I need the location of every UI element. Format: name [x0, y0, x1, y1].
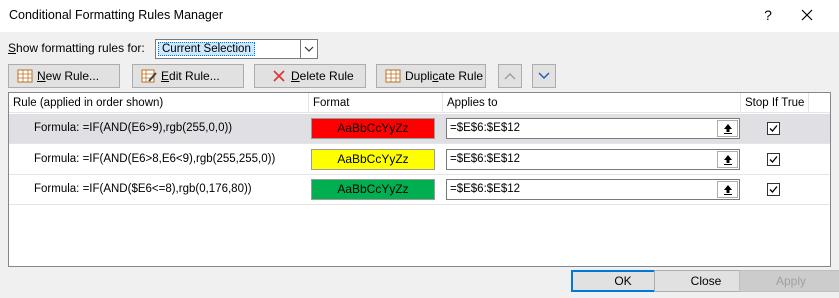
collapse-dialog-icon — [723, 185, 732, 195]
format-preview: AaBbCcYyZz — [311, 118, 435, 139]
grid-header: Rule (applied in order shown) Format App… — [9, 93, 830, 113]
close-window-button[interactable] — [794, 2, 820, 28]
move-up-button[interactable] — [498, 64, 522, 88]
rule-row-2[interactable]: Formula: =IF(AND(E6>8,E6<9),rgb(255,255,… — [9, 145, 830, 175]
edit-rule-icon — [141, 69, 157, 83]
format-preview: AaBbCcYyZz — [311, 179, 435, 200]
delete-x-icon — [271, 69, 287, 83]
format-preview: AaBbCcYyZz — [311, 149, 435, 170]
collapse-dialog-icon — [723, 155, 732, 165]
show-rules-selected-value: Current Selection — [158, 42, 255, 56]
applies-to-value: =$E$6:$E$12 — [450, 183, 521, 195]
header-rule: Rule (applied in order shown) — [9, 93, 309, 113]
applies-to-field[interactable]: =$E$6:$E$12 — [446, 118, 740, 139]
stop-if-true-checkbox[interactable] — [767, 153, 780, 166]
header-applies-to: Applies to — [443, 93, 741, 113]
close-icon — [801, 9, 813, 21]
applies-to-field[interactable]: =$E$6:$E$12 — [446, 179, 740, 200]
title-bar: Conditional Formatting Rules Manager ? — [0, 0, 839, 32]
rule-row-3[interactable]: Formula: =IF(AND($E6<=8),rgb(0,176,80)) … — [9, 175, 830, 205]
dropdown-arrow-icon[interactable] — [300, 40, 317, 58]
checkbox-check-icon — [769, 125, 778, 132]
checkbox-check-icon — [769, 186, 778, 193]
collapse-dialog-icon — [723, 124, 732, 134]
help-button[interactable]: ? — [757, 4, 779, 26]
move-down-icon — [538, 72, 550, 80]
move-down-button[interactable] — [532, 64, 556, 88]
rule-row-1[interactable]: Formula: =IF(AND(E6>9),rgb(255,0,0)) AaB… — [9, 114, 830, 144]
new-rule-button[interactable]: New Rule... — [8, 64, 120, 88]
duplicate-rule-button[interactable]: Duplicate Rule — [376, 64, 486, 88]
move-up-icon — [504, 72, 516, 80]
rule-formula: Formula: =IF(AND(E6>8,E6<9),rgb(255,255,… — [34, 153, 276, 165]
checkbox-check-icon — [769, 156, 778, 163]
show-rules-label: Show formatting rules for: — [8, 41, 145, 55]
collapse-dialog-button[interactable] — [717, 151, 738, 168]
applies-to-value: =$E$6:$E$12 — [450, 122, 521, 134]
collapse-dialog-button[interactable] — [717, 120, 738, 137]
header-stop-if-true: Stop If True — [741, 93, 809, 113]
stop-if-true-checkbox[interactable] — [767, 122, 780, 135]
show-rules-dropdown[interactable]: Current Selection — [155, 39, 318, 59]
edit-rule-button[interactable]: Edit Rule... — [132, 64, 244, 88]
rule-formula: Formula: =IF(AND($E6<=8),rgb(0,176,80)) — [34, 183, 252, 195]
applies-to-field[interactable]: =$E$6:$E$12 — [446, 149, 740, 170]
stop-if-true-checkbox[interactable] — [767, 183, 780, 196]
rules-toolbar: New Rule... Edit Rule... Delete Rule Dup… — [8, 62, 831, 90]
rule-formula: Formula: =IF(AND(E6>9),rgb(255,0,0)) — [34, 122, 233, 134]
header-format: Format — [309, 93, 443, 113]
delete-rule-button[interactable]: Delete Rule — [254, 64, 366, 88]
applies-to-value: =$E$6:$E$12 — [450, 153, 521, 165]
apply-button[interactable]: Apply — [739, 270, 839, 292]
window-title: Conditional Formatting Rules Manager — [9, 8, 223, 22]
duplicate-rule-icon — [385, 69, 401, 83]
collapse-dialog-button[interactable] — [717, 181, 738, 198]
rules-grid: Rule (applied in order shown) Format App… — [8, 92, 831, 267]
new-rule-icon — [17, 69, 33, 83]
